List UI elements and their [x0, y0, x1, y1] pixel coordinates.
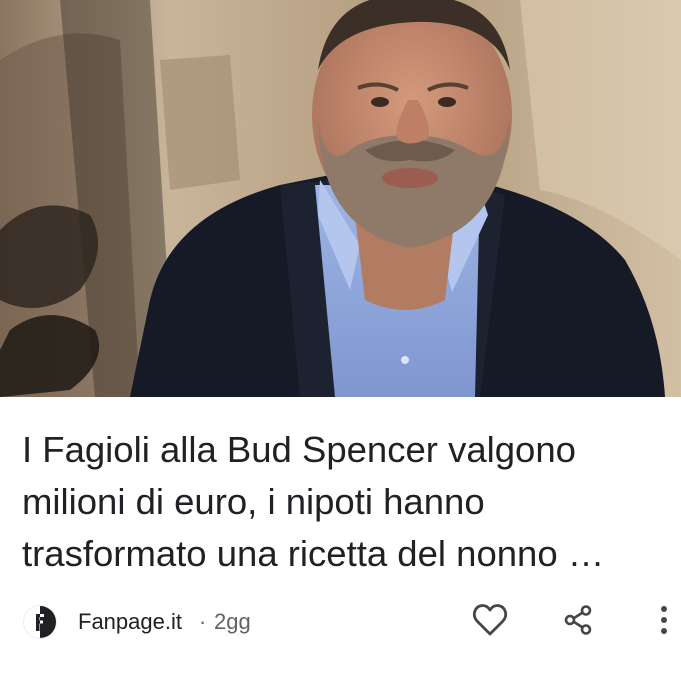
article-meta-row: Fanpage.it · 2gg	[0, 596, 681, 650]
source-name[interactable]: Fanpage.it	[78, 608, 182, 636]
like-button[interactable]	[468, 600, 512, 644]
share-icon	[562, 604, 594, 641]
share-button[interactable]	[556, 600, 600, 644]
article-image[interactable]	[0, 0, 681, 397]
headline[interactable]: I Fagioli alla Bud Spencer valgono milio…	[22, 424, 672, 580]
article-photo	[0, 0, 681, 397]
news-card[interactable]: I Fagioli alla Bud Spencer valgono milio…	[0, 0, 681, 673]
more-vert-icon	[659, 605, 669, 640]
article-age: 2gg	[214, 609, 251, 634]
more-options-button[interactable]	[644, 600, 681, 644]
meta-separator: ·	[199, 609, 207, 634]
fanpage-logo-icon	[22, 604, 58, 640]
heart-icon	[472, 603, 508, 642]
